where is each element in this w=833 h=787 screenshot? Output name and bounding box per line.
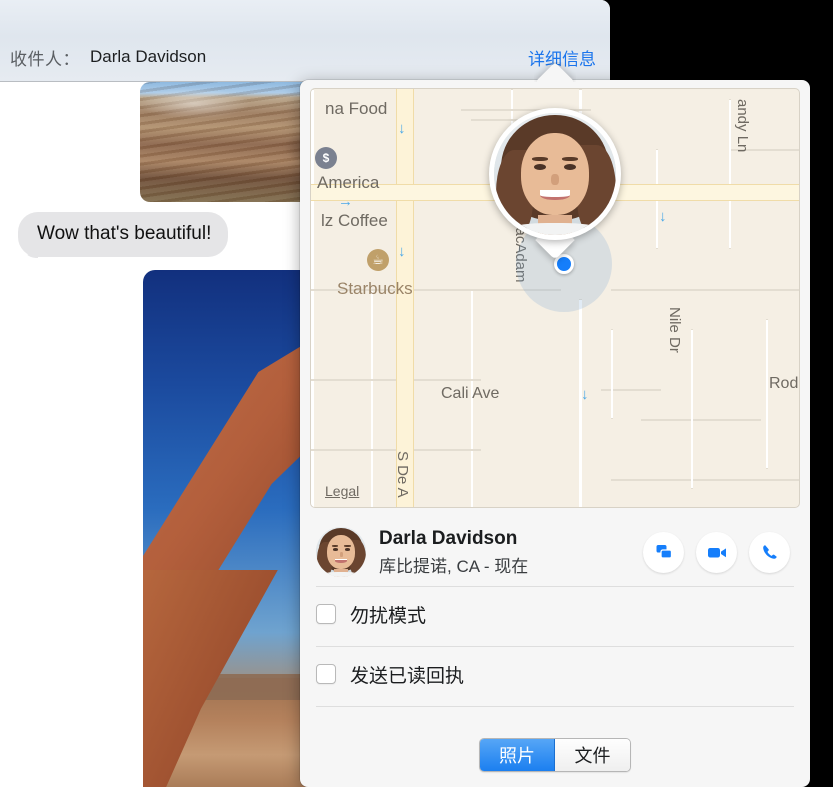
audio-call-button[interactable] (749, 532, 790, 573)
do-not-disturb-label: 勿扰模式 (350, 601, 426, 628)
send-read-receipts-label: 发送已读回执 (350, 661, 464, 688)
bank-icon: $ (315, 147, 337, 169)
to-label: 收件人： (10, 45, 80, 70)
contact-name: Darla Davidson (379, 528, 528, 550)
phone-icon (760, 542, 780, 562)
map-label-na-food: na Food (325, 99, 387, 119)
option-row-do-not-disturb[interactable]: 勿扰模式 (316, 588, 794, 640)
popover-arrow (534, 62, 576, 82)
map-label-philz-coffee: lz Coffee (321, 211, 388, 231)
messages-header: 收件人： Darla Davidson 详细信息 (0, 0, 610, 82)
incoming-message-bubble: Wow that's beautiful! (18, 212, 228, 257)
screen-share-button[interactable] (643, 532, 684, 573)
divider-top (316, 586, 794, 587)
divider-bottom (316, 706, 794, 707)
tab-files[interactable]: 文件 (555, 739, 630, 771)
map-label-sandy-ln: andy Ln (734, 99, 751, 152)
tab-photos[interactable]: 照片 (480, 739, 555, 771)
avatar (489, 108, 621, 240)
contact-avatar (316, 527, 366, 577)
recipient-name: Darla Davidson (90, 47, 206, 67)
video-call-button[interactable] (696, 532, 737, 573)
details-popover: ↓ ↓ → ↓ ↓ $ ☕ na Food America lz Coffee … (300, 80, 810, 787)
map-label-starbucks: Starbucks (337, 279, 413, 299)
option-row-send-read-receipts[interactable]: 发送已读回执 (316, 648, 794, 700)
coffee-icon: ☕ (367, 249, 389, 271)
map-label-bank-of-america: America (317, 173, 379, 193)
do-not-disturb-checkbox[interactable] (316, 604, 336, 624)
contact-location-time: 库比提诺, CA - 现在 (379, 552, 528, 577)
divider-middle (316, 646, 794, 647)
send-read-receipts-checkbox[interactable] (316, 664, 336, 684)
map-label-cali-ave: Cali Ave (441, 385, 499, 403)
map-label-s-de-anza: S De A (394, 451, 411, 498)
map-legal-link[interactable]: Legal (325, 483, 359, 499)
screenshot-root: 收件人： Darla Davidson 详细信息 Wow that's beau… (0, 0, 833, 787)
attachment-tabs: 照片 文件 (300, 738, 810, 772)
map-avatar-pin[interactable] (489, 108, 621, 258)
map-label-rodrigues: Rod (769, 375, 798, 393)
map-label-nile-dr: Nile Dr (666, 307, 683, 353)
contact-row: Darla Davidson 库比提诺, CA - 现在 (310, 520, 800, 584)
video-camera-icon (706, 542, 728, 562)
screen-share-icon (654, 542, 674, 562)
